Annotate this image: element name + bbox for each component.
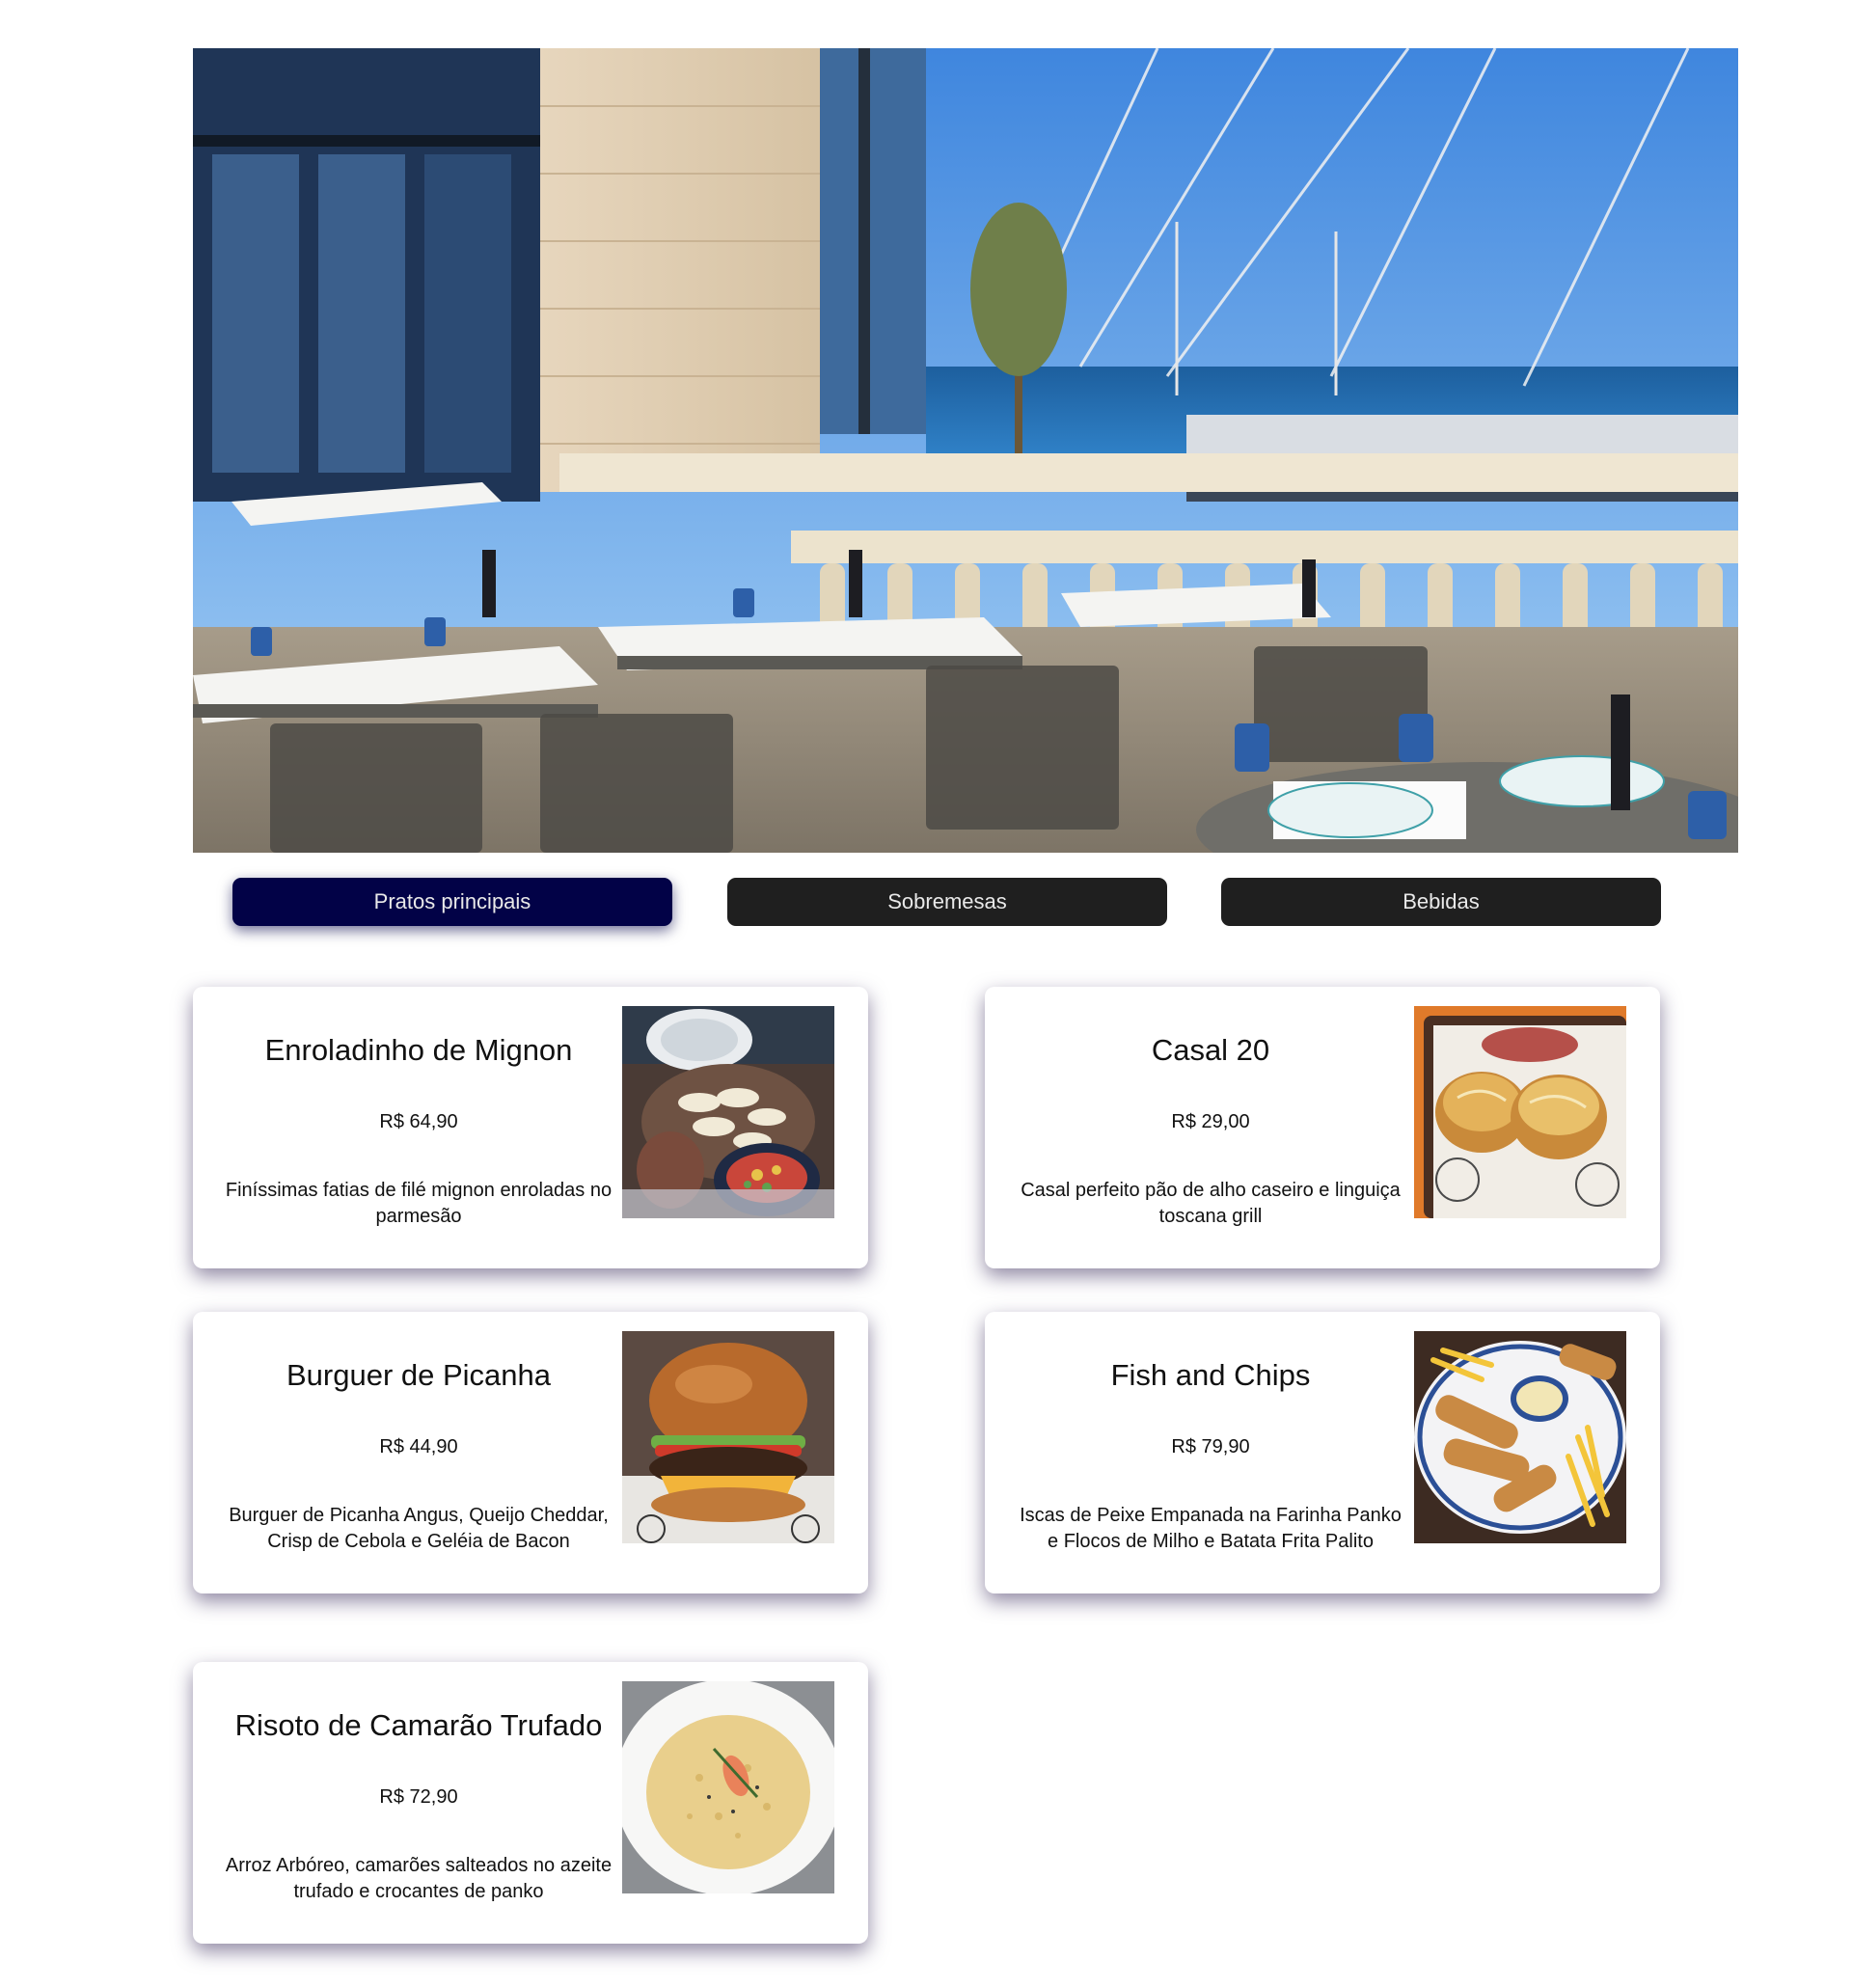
tab-bebidas[interactable]: Bebidas	[1221, 878, 1661, 926]
menu-item-photo-casal-20	[1414, 1006, 1626, 1218]
menu-item-photo-risotto	[622, 1681, 834, 1893]
menu-item-card[interactable]: Burguer de Picanha R$ 44,90 Burguer de P…	[193, 1312, 868, 1593]
tab-sobremesas[interactable]: Sobremesas	[727, 878, 1167, 926]
menu-item-price: R$ 79,90	[1171, 1436, 1250, 1457]
menu-item-card[interactable]: Casal 20 R$ 29,00 Casal perfeito pão de …	[985, 987, 1660, 1268]
menu-item-name: Casal 20	[1151, 1033, 1270, 1067]
hero-image	[193, 48, 1738, 853]
category-tabs: Pratos principais Sobremesas Bebidas	[232, 878, 1661, 926]
menu-item-photo-burger	[622, 1331, 834, 1543]
menu-item-card[interactable]: Risoto de Camarão Trufado R$ 72,90 Arroz…	[193, 1662, 868, 1944]
menu-item-card[interactable]: Enroladinho de Mignon R$ 64,90 Finíssima…	[193, 987, 868, 1268]
menu-item-description: Iscas de Peixe Empanada na Farinha Panko…	[1020, 1505, 1402, 1552]
menu-item-name: Risoto de Camarão Trufado	[234, 1708, 603, 1742]
menu-item-description: Finíssimas fatias de filé mignon enrolad…	[225, 1180, 613, 1227]
menu-item-description: Arroz Arbóreo, camarões salteados no aze…	[225, 1855, 613, 1902]
menu-item-price: R$ 72,90	[379, 1786, 458, 1808]
menu-item-description: Burguer de Picanha Angus, Queijo Cheddar…	[229, 1505, 609, 1552]
menu-item-photo-mignon	[622, 1006, 834, 1218]
menu-item-card[interactable]: Fish and Chips R$ 79,90 Iscas de Peixe E…	[985, 1312, 1660, 1593]
tab-pratos-principais[interactable]: Pratos principais	[232, 878, 672, 926]
menu-item-price: R$ 29,00	[1171, 1111, 1250, 1132]
menu-item-name: Enroladinho de Mignon	[264, 1033, 573, 1067]
menu-item-name: Fish and Chips	[1110, 1358, 1311, 1392]
menu-item-name: Burguer de Picanha	[286, 1358, 552, 1392]
menu-item-photo-fish-and-chips	[1414, 1331, 1626, 1543]
menu-item-price: R$ 44,90	[379, 1436, 458, 1457]
menu-item-description: Casal perfeito pão de alho caseiro e lin…	[1021, 1180, 1401, 1227]
menu-item-price: R$ 64,90	[379, 1111, 458, 1132]
